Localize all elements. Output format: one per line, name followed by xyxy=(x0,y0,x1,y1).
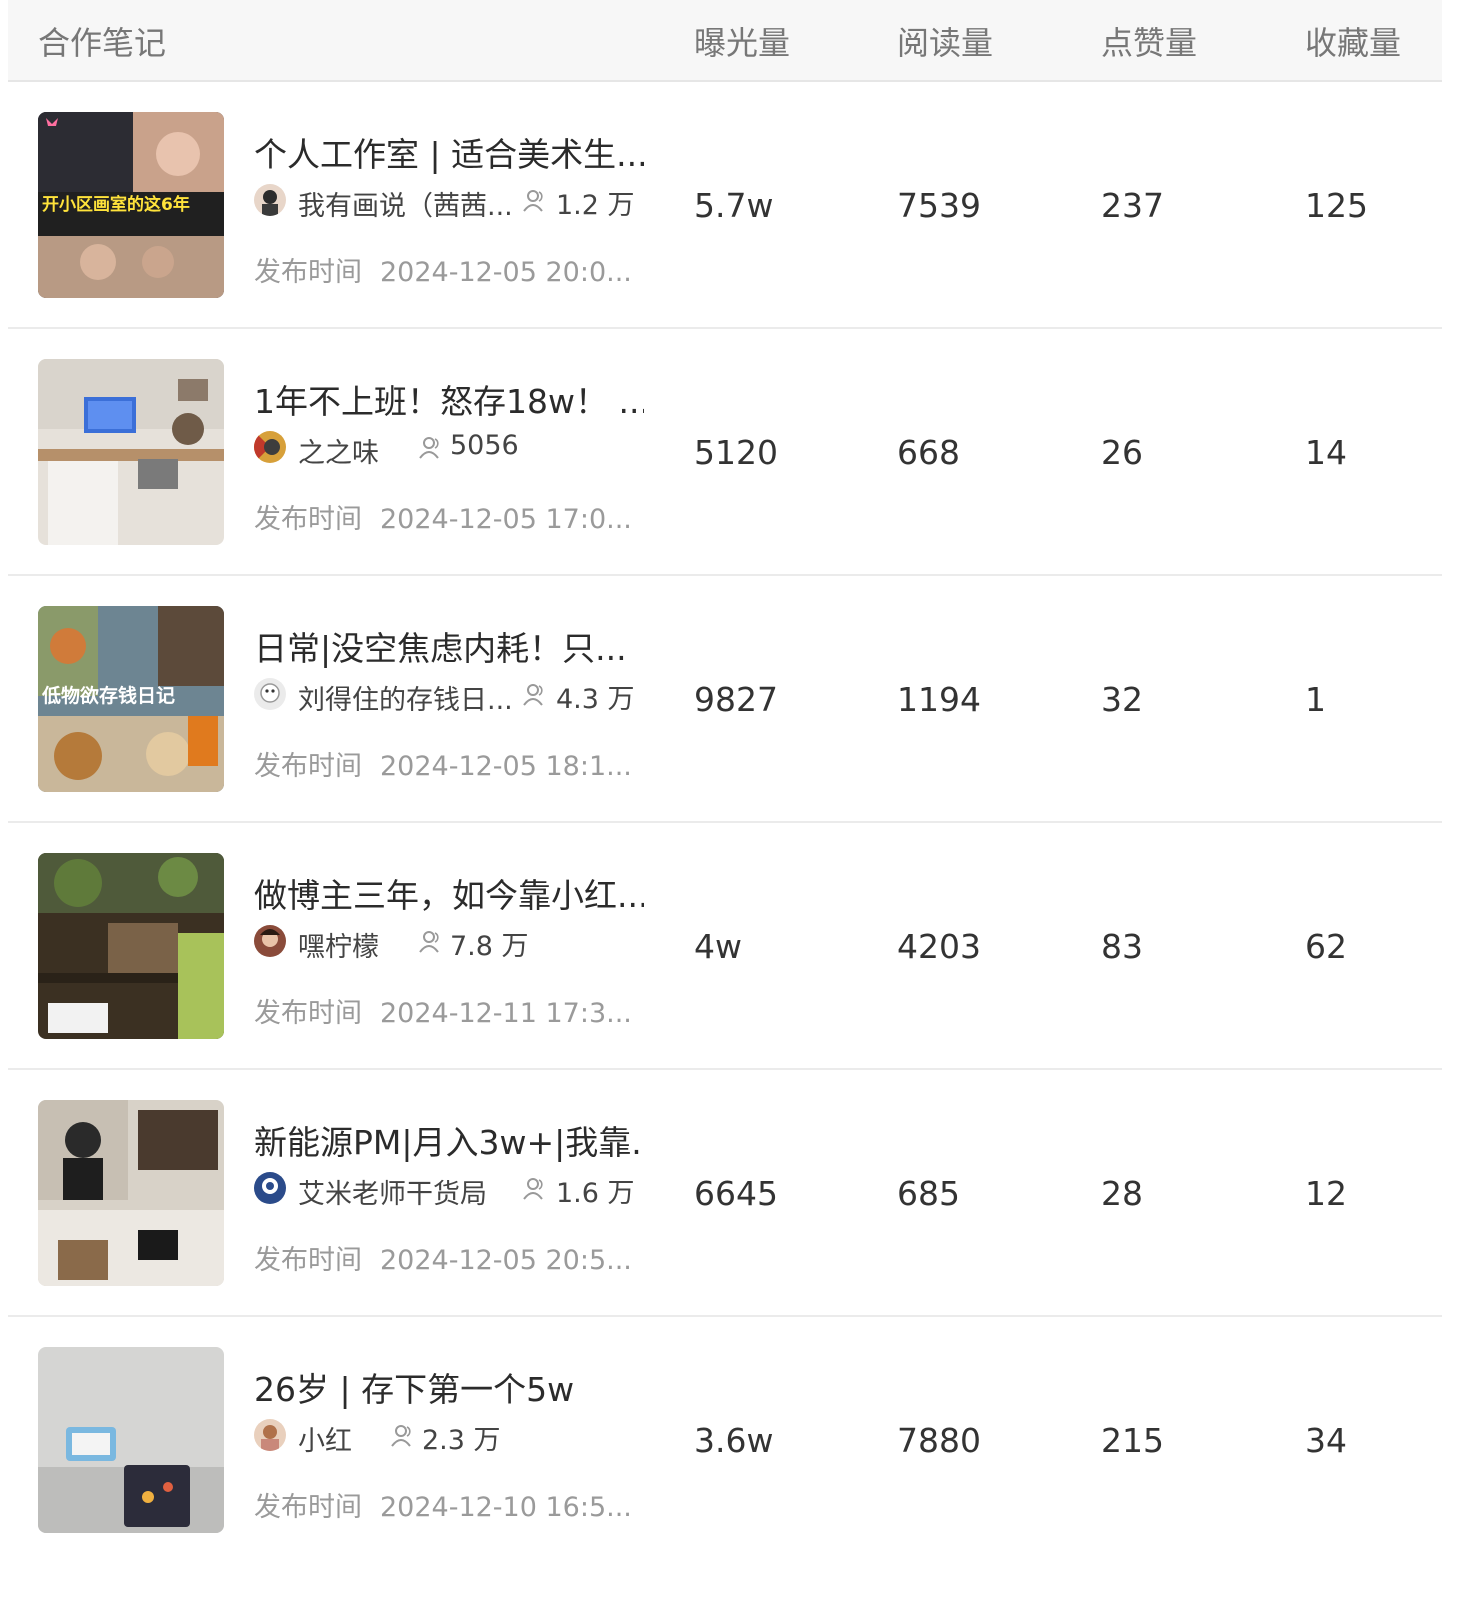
followers-icon xyxy=(523,190,543,212)
publish-time-value: 2024-12-05 20:0... xyxy=(380,257,632,288)
note-title[interactable]: 做博主三年，如今靠小红... xyxy=(254,869,644,917)
follower-count: 4.3 万 xyxy=(556,684,635,715)
table-row[interactable]: 1年不上班！怒存18w！ ... 之之味 5056 发布时间 2024-12-05… xyxy=(8,329,1442,576)
author-name[interactable]: 我有画说（茜茜... xyxy=(298,184,513,223)
follower-count: 2.3 万 xyxy=(422,1425,501,1456)
followers-icon xyxy=(523,684,543,706)
author-name[interactable]: 之之味 xyxy=(298,431,379,470)
note-title[interactable]: 日常|没空焦虑内耗！只... xyxy=(254,622,644,670)
reads-value: 7539 xyxy=(897,186,981,225)
impressions-value: 5120 xyxy=(694,433,778,472)
note-title[interactable]: 1年不上班！怒存18w！ ... xyxy=(254,375,644,423)
impressions-value: 3.6w xyxy=(694,1421,774,1460)
table-row[interactable]: 开小区画室的这6年 个人工作室 | 适合美术生... 我有画说（茜茜... 1.… xyxy=(8,82,1442,329)
publish-time-value: 2024-12-05 20:5... xyxy=(380,1245,632,1276)
follower-count: 7.8 万 xyxy=(450,931,529,962)
favorites-value: 12 xyxy=(1305,1174,1347,1213)
author-info: 小红 2.3 万 xyxy=(254,1417,654,1457)
column-header-reads[interactable]: 阅读量 xyxy=(897,18,993,64)
publish-time-value: 2024-12-11 17:3... xyxy=(380,998,632,1029)
avatar[interactable] xyxy=(254,431,286,463)
note-thumbnail[interactable]: 开小区画室的这6年 xyxy=(38,112,224,298)
note-thumbnail[interactable] xyxy=(38,359,224,545)
reads-value: 7880 xyxy=(897,1421,981,1460)
publish-time: 发布时间 2024-12-05 18:1... xyxy=(254,744,632,783)
author-name[interactable]: 小红 xyxy=(298,1419,352,1458)
publish-time-label: 发布时间 xyxy=(254,1245,362,1276)
table-row[interactable]: 26岁 | 存下第一个5w 小红 2.3 万 发布时间 2024-12-10 16… xyxy=(8,1317,1442,1564)
likes-value: 237 xyxy=(1101,186,1164,225)
follower-count: 1.6 万 xyxy=(556,1178,635,1209)
author-name[interactable]: 艾米老师干货局 xyxy=(298,1172,487,1211)
reads-value: 1194 xyxy=(897,680,981,719)
avatar[interactable] xyxy=(254,184,286,216)
followers-icon xyxy=(391,1425,411,1447)
notes-table: 合作笔记 曝光量 阅读量 点赞量 收藏量 开小区画室的这6年 个人工作室 | 适… xyxy=(8,0,1442,1564)
author-info: 我有画说（茜茜... 1.2 万 xyxy=(254,182,654,222)
followers-icon xyxy=(419,437,439,459)
publish-time-label: 发布时间 xyxy=(254,751,362,782)
reads-value: 4203 xyxy=(897,927,981,966)
publish-time: 发布时间 2024-12-05 17:0... xyxy=(254,497,632,536)
column-header-favorites[interactable]: 收藏量 xyxy=(1305,18,1401,64)
column-header-impressions[interactable]: 曝光量 xyxy=(694,18,790,64)
author-name[interactable]: 嘿柠檬 xyxy=(298,925,379,964)
note-title[interactable]: 26岁 | 存下第一个5w xyxy=(254,1363,644,1411)
followers-icon xyxy=(419,931,439,953)
publish-time-label: 发布时间 xyxy=(254,998,362,1029)
table-row[interactable]: 低物欲存钱日记 日常|没空焦虑内耗！只... 刘得住的存钱日... 4.3 万 … xyxy=(8,576,1442,823)
note-thumbnail[interactable] xyxy=(38,1100,224,1286)
impressions-value: 9827 xyxy=(694,680,778,719)
followers-icon xyxy=(523,1178,543,1200)
avatar[interactable] xyxy=(254,678,286,710)
note-title[interactable]: 新能源PM|月入3w+|我靠... xyxy=(254,1116,644,1164)
favorites-value: 62 xyxy=(1305,927,1347,966)
publish-time: 发布时间 2024-12-10 16:5... xyxy=(254,1485,632,1524)
publish-time: 发布时间 2024-12-11 17:3... xyxy=(254,991,632,1030)
column-header-note: 合作笔记 xyxy=(38,24,167,62)
note-thumbnail[interactable] xyxy=(38,1347,224,1533)
note-thumbnail[interactable] xyxy=(38,853,224,1039)
table-row[interactable]: 做博主三年，如今靠小红... 嘿柠檬 7.8 万 发布时间 2024-12-11 … xyxy=(8,823,1442,1070)
likes-value: 215 xyxy=(1101,1421,1164,1460)
favorites-value: 125 xyxy=(1305,186,1368,225)
reads-value: 685 xyxy=(897,1174,960,1213)
publish-time-value: 2024-12-10 16:5... xyxy=(380,1492,632,1523)
favorites-value: 34 xyxy=(1305,1421,1347,1460)
likes-value: 28 xyxy=(1101,1174,1143,1213)
likes-value: 26 xyxy=(1101,433,1143,472)
publish-time: 发布时间 2024-12-05 20:0... xyxy=(254,250,632,289)
avatar[interactable] xyxy=(254,925,286,957)
impressions-value: 6645 xyxy=(694,1174,778,1213)
avatar[interactable] xyxy=(254,1419,286,1451)
favorites-value: 14 xyxy=(1305,433,1347,472)
author-info: 之之味 5056 xyxy=(254,429,654,469)
follower-count: 5056 xyxy=(450,430,519,461)
avatar[interactable] xyxy=(254,1172,286,1204)
impressions-value: 4w xyxy=(694,927,742,966)
publish-time-label: 发布时间 xyxy=(254,257,362,288)
publish-time: 发布时间 2024-12-05 20:5... xyxy=(254,1238,632,1277)
author-info: 艾米老师干货局 1.6 万 xyxy=(254,1170,654,1210)
note-title[interactable]: 个人工作室 | 适合美术生... xyxy=(254,128,644,176)
note-thumbnail[interactable]: 低物欲存钱日记 xyxy=(38,606,224,792)
publish-time-value: 2024-12-05 17:0... xyxy=(380,504,632,535)
table-row[interactable]: 新能源PM|月入3w+|我靠... 艾米老师干货局 1.6 万 发布时间 2024… xyxy=(8,1070,1442,1317)
reads-value: 668 xyxy=(897,433,960,472)
follower-count: 1.2 万 xyxy=(556,190,635,221)
publish-time-label: 发布时间 xyxy=(254,1492,362,1523)
thumbnail-caption: 低物欲存钱日记 xyxy=(41,684,175,707)
author-name[interactable]: 刘得住的存钱日... xyxy=(298,678,513,717)
author-info: 刘得住的存钱日... 4.3 万 xyxy=(254,676,654,716)
publish-time-value: 2024-12-05 18:1... xyxy=(380,751,632,782)
publish-time-label: 发布时间 xyxy=(254,504,362,535)
impressions-value: 5.7w xyxy=(694,186,774,225)
author-info: 嘿柠檬 7.8 万 xyxy=(254,923,654,963)
table-header: 合作笔记 曝光量 阅读量 点赞量 收藏量 xyxy=(8,0,1442,82)
likes-value: 32 xyxy=(1101,680,1143,719)
thumbnail-caption: 开小区画室的这6年 xyxy=(42,194,190,215)
favorites-value: 1 xyxy=(1305,680,1326,719)
column-header-likes[interactable]: 点赞量 xyxy=(1101,18,1197,64)
likes-value: 83 xyxy=(1101,927,1143,966)
